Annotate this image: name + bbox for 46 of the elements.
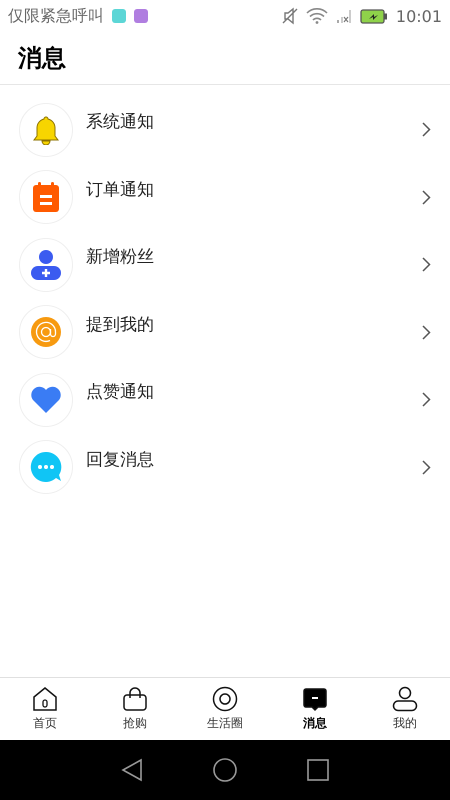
category-label: 回复消息 bbox=[86, 448, 155, 470]
home-circle-icon[interactable] bbox=[213, 758, 237, 782]
add-user-icon bbox=[30, 248, 62, 281]
message-category-item[interactable]: 订单通知 bbox=[0, 164, 450, 231]
clock-text: 10:01 bbox=[396, 6, 442, 26]
clipboard-icon bbox=[32, 181, 60, 214]
category-label: 点赞通知 bbox=[86, 381, 155, 403]
bell-icon bbox=[32, 114, 60, 145]
nav-tab[interactable]: 我的 bbox=[360, 678, 450, 740]
wifi-icon bbox=[306, 8, 328, 24]
back-icon[interactable] bbox=[121, 758, 143, 782]
nav-tab[interactable]: 首页 bbox=[0, 678, 90, 740]
category-label: 订单通知 bbox=[86, 178, 155, 200]
category-label: 提到我的 bbox=[86, 314, 155, 336]
chat-bubble-icon bbox=[30, 451, 62, 484]
ring-icon bbox=[212, 686, 238, 712]
chevron-right-icon bbox=[422, 257, 431, 272]
carrier-text: 仅限紧急呼叫 bbox=[8, 6, 104, 26]
message-category-item[interactable]: 回复消息 bbox=[0, 434, 450, 501]
shopping-bag-icon bbox=[122, 686, 148, 712]
message-icon bbox=[302, 686, 328, 712]
recents-icon[interactable] bbox=[307, 759, 329, 781]
message-category-item[interactable]: 新增粉丝 bbox=[0, 231, 450, 298]
at-sign-icon bbox=[30, 316, 62, 348]
home-icon bbox=[32, 686, 58, 712]
nav-tab[interactable]: 抢购 bbox=[90, 678, 180, 740]
chevron-right-icon bbox=[422, 190, 431, 205]
nav-tab[interactable]: 消息 bbox=[270, 678, 360, 740]
chevron-right-icon bbox=[422, 324, 431, 340]
chevron-right-icon bbox=[422, 392, 431, 408]
message-category-item[interactable]: 提到我的 bbox=[0, 298, 450, 366]
app-notification-icon bbox=[112, 9, 126, 23]
user-icon bbox=[392, 686, 418, 712]
chevron-right-icon bbox=[422, 460, 431, 475]
muted-icon bbox=[282, 7, 298, 25]
category-label: 新增粉丝 bbox=[86, 246, 155, 268]
battery-icon bbox=[360, 8, 388, 24]
message-category-item[interactable]: 系统通知 bbox=[0, 96, 450, 164]
nav-tab[interactable]: 生活圈 bbox=[180, 678, 270, 740]
heart-icon bbox=[30, 386, 62, 414]
message-category-item[interactable]: 点赞通知 bbox=[0, 366, 450, 434]
signal-icon bbox=[336, 8, 352, 24]
page-title: 消息 bbox=[18, 43, 66, 74]
chevron-right-icon bbox=[422, 122, 431, 138]
app-notification-icon bbox=[134, 9, 148, 23]
category-label: 系统通知 bbox=[86, 111, 155, 133]
